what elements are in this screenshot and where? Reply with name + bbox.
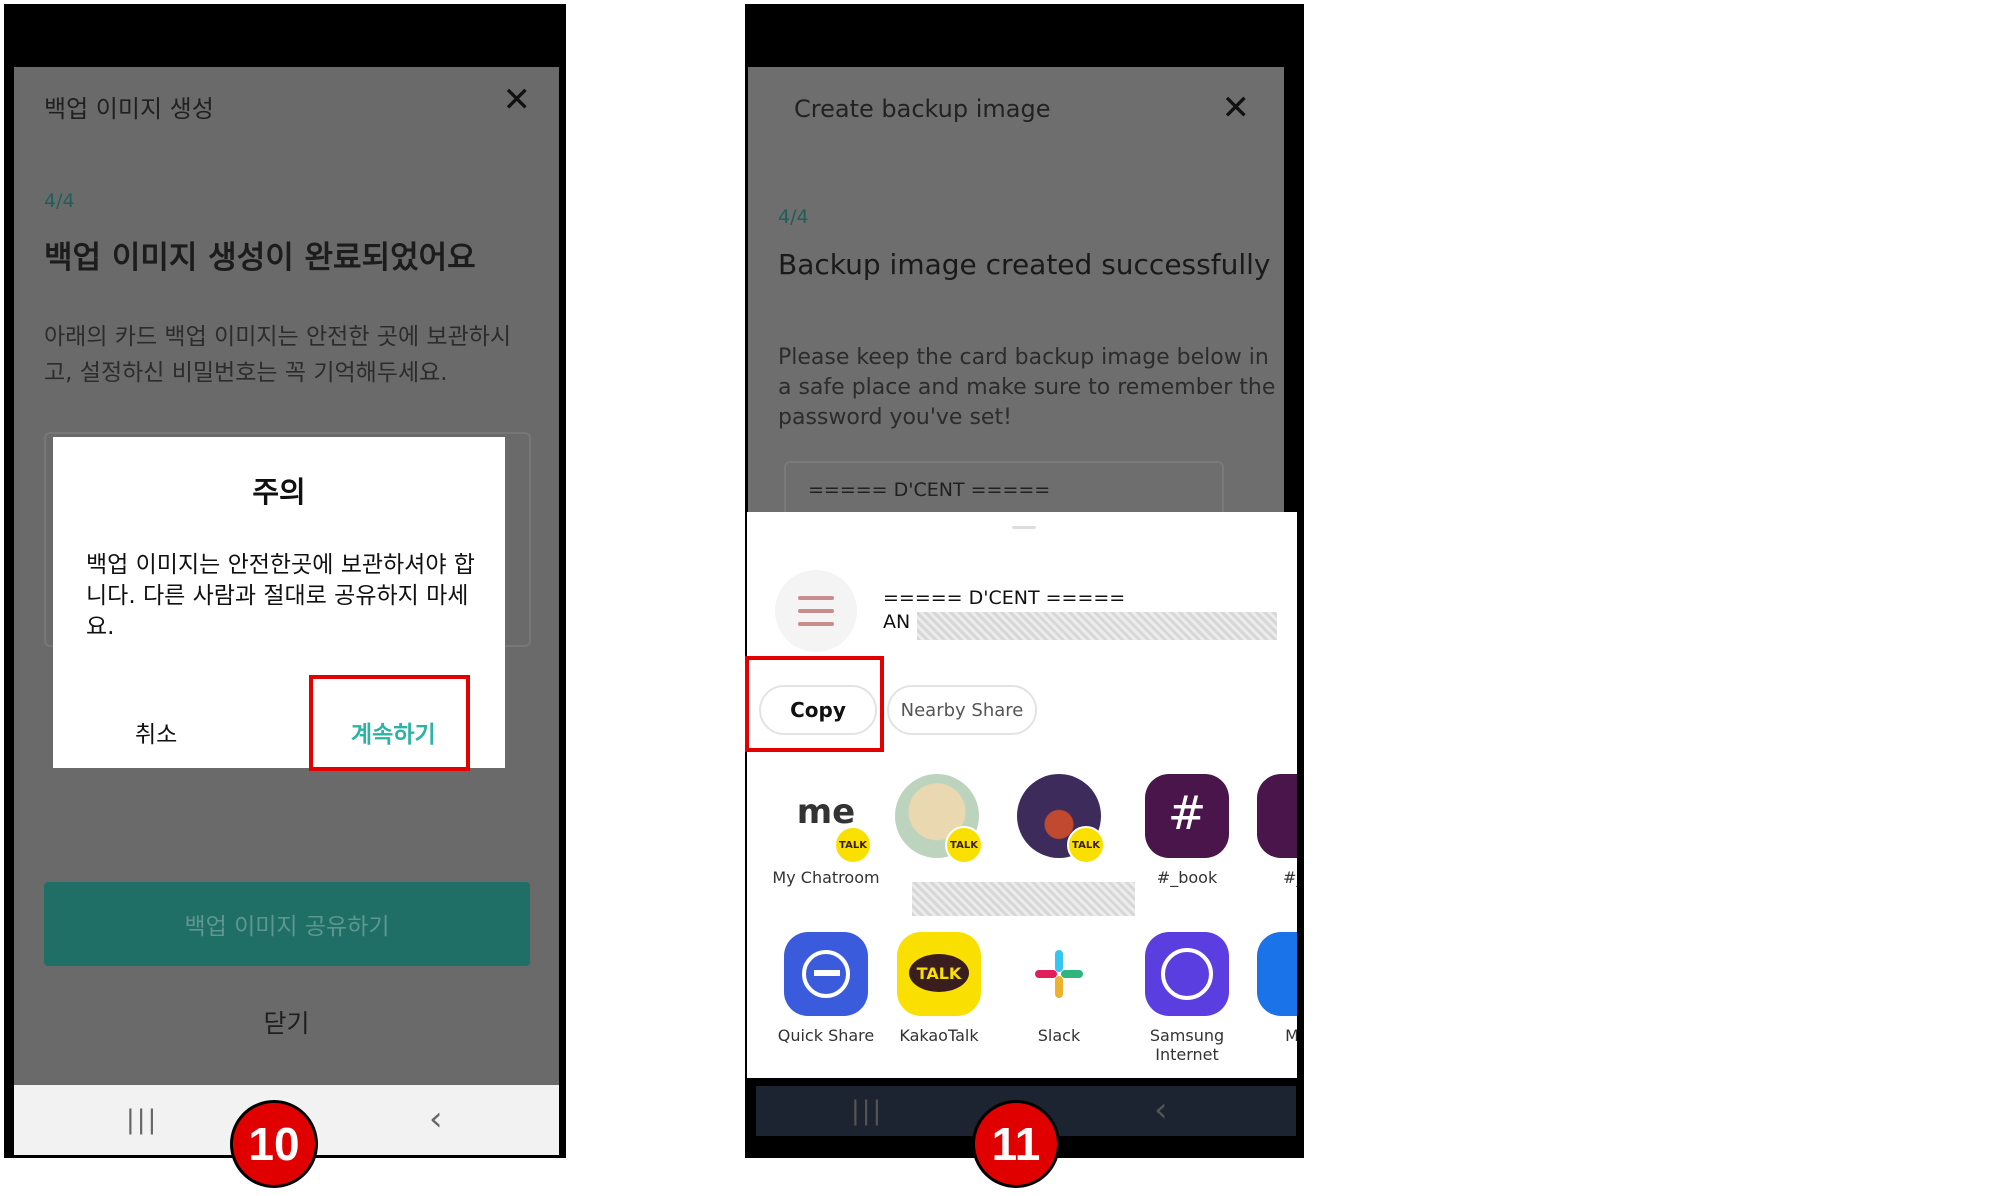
app-label: KakaoTalk bbox=[899, 1026, 979, 1045]
slack-channel-icon bbox=[1257, 774, 1297, 858]
share-backup-image-button[interactable]: 백업 이미지 공유하기 bbox=[44, 882, 530, 966]
kakaotalk-icon: TALK bbox=[897, 932, 981, 1016]
avatar-icon: TALK bbox=[1017, 774, 1105, 864]
step-badge-10: 10 bbox=[230, 1100, 318, 1188]
share-target-label: My Chatroom bbox=[772, 868, 880, 887]
step-badge-11: 11 bbox=[972, 1100, 1060, 1188]
page-title: Create backup image bbox=[794, 95, 1051, 123]
share-target-book-channel[interactable]: # #_book bbox=[1137, 774, 1237, 887]
continue-highlight-box bbox=[309, 675, 470, 771]
kakaotalk-badge-icon: TALK bbox=[834, 826, 872, 864]
me-icon: me TALK bbox=[784, 774, 872, 864]
preview-text-line1: ===== D'CENT ===== bbox=[883, 587, 1126, 609]
avatar-icon: TALK bbox=[895, 774, 983, 864]
redacted-text bbox=[917, 612, 1277, 640]
app-quick-share[interactable]: Quick Share bbox=[767, 932, 885, 1045]
app-label: Me bbox=[1285, 1026, 1297, 1045]
close-icon[interactable]: ✕ bbox=[503, 83, 532, 117]
app-messages[interactable]: Me bbox=[1257, 932, 1297, 1045]
slack-channel-icon: # bbox=[1145, 774, 1229, 858]
redacted-contact-names bbox=[912, 882, 1135, 916]
share-target-r-channel[interactable]: #_r bbox=[1257, 774, 1297, 887]
share-target-contact-1[interactable]: TALK bbox=[887, 774, 987, 868]
instruction-text: 아래의 카드 백업 이미지는 안전한 곳에 보관하시고, 설정하신 비밀번호는 … bbox=[44, 324, 512, 386]
instruction-text: Please keep the card backup image below … bbox=[778, 345, 1276, 430]
dialog-title: 주의 bbox=[252, 475, 306, 509]
app-slack[interactable]: Slack bbox=[1009, 932, 1109, 1045]
copy-highlight-box bbox=[745, 656, 884, 752]
close-button[interactable]: 닫기 bbox=[14, 1004, 559, 1040]
close-icon[interactable]: ✕ bbox=[1222, 91, 1251, 125]
page-title: 백업 이미지 생성 bbox=[44, 95, 214, 123]
recent-apps-icon[interactable]: ||| bbox=[126, 1105, 158, 1135]
messages-icon bbox=[1257, 932, 1297, 1016]
step-indicator: 4/4 bbox=[778, 206, 809, 228]
app-samsung-internet[interactable]: Samsung Internet bbox=[1131, 932, 1243, 1064]
nearby-share-button[interactable]: Nearby Share bbox=[887, 685, 1037, 735]
samsung-internet-icon bbox=[1145, 932, 1229, 1016]
step-indicator: 4/4 bbox=[44, 190, 75, 212]
dialog-message: 백업 이미지는 안전한곳에 보관하셔야 합니다. 다른 사람과 절대로 공유하지… bbox=[86, 552, 475, 640]
screenshot-canvas: 백업 이미지 생성 ✕ 4/4 백업 이미지 생성이 완료되었어요 아래의 카드… bbox=[0, 0, 2005, 1196]
kakaotalk-badge-icon: TALK bbox=[1067, 826, 1105, 864]
slack-icon bbox=[1017, 932, 1101, 1016]
share-target-contact-2[interactable]: TALK bbox=[1009, 774, 1109, 868]
recent-apps-icon[interactable]: ||| bbox=[851, 1096, 883, 1126]
completion-heading: 백업 이미지 생성이 완료되었어요 bbox=[44, 240, 476, 276]
kakaotalk-badge-icon: TALK bbox=[945, 826, 983, 864]
share-target-label: #_book bbox=[1156, 868, 1218, 887]
share-target-my-chatroom[interactable]: me TALK My Chatroom bbox=[767, 774, 885, 887]
share-sheet: ===== D'CENT ===== AN Copy Nearby Share … bbox=[747, 512, 1297, 1078]
back-icon[interactable]: ‹ bbox=[1154, 1090, 1168, 1130]
backup-text: ===== D'CENT ===== bbox=[808, 479, 1051, 501]
app-label: Samsung Internet bbox=[1149, 1026, 1225, 1064]
quick-share-icon bbox=[784, 932, 868, 1016]
app-label: Quick Share bbox=[777, 1026, 875, 1045]
cancel-button[interactable]: 취소 bbox=[135, 715, 177, 749]
app-label: Slack bbox=[1037, 1026, 1081, 1045]
completion-heading: Backup image created successfully bbox=[778, 248, 1271, 281]
share-target-label: #_r bbox=[1283, 868, 1297, 887]
sheet-handle[interactable] bbox=[1012, 526, 1036, 529]
right-phone-screen: Create backup image ✕ 4/4 Backup image c… bbox=[748, 67, 1284, 514]
document-icon bbox=[775, 570, 857, 652]
app-kakaotalk[interactable]: TALK KakaoTalk bbox=[889, 932, 989, 1045]
preview-text-line2: AN bbox=[883, 611, 911, 633]
left-phone-screen: 백업 이미지 생성 ✕ 4/4 백업 이미지 생성이 완료되었어요 아래의 카드… bbox=[14, 67, 559, 1085]
back-icon[interactable]: ‹ bbox=[429, 1099, 443, 1139]
